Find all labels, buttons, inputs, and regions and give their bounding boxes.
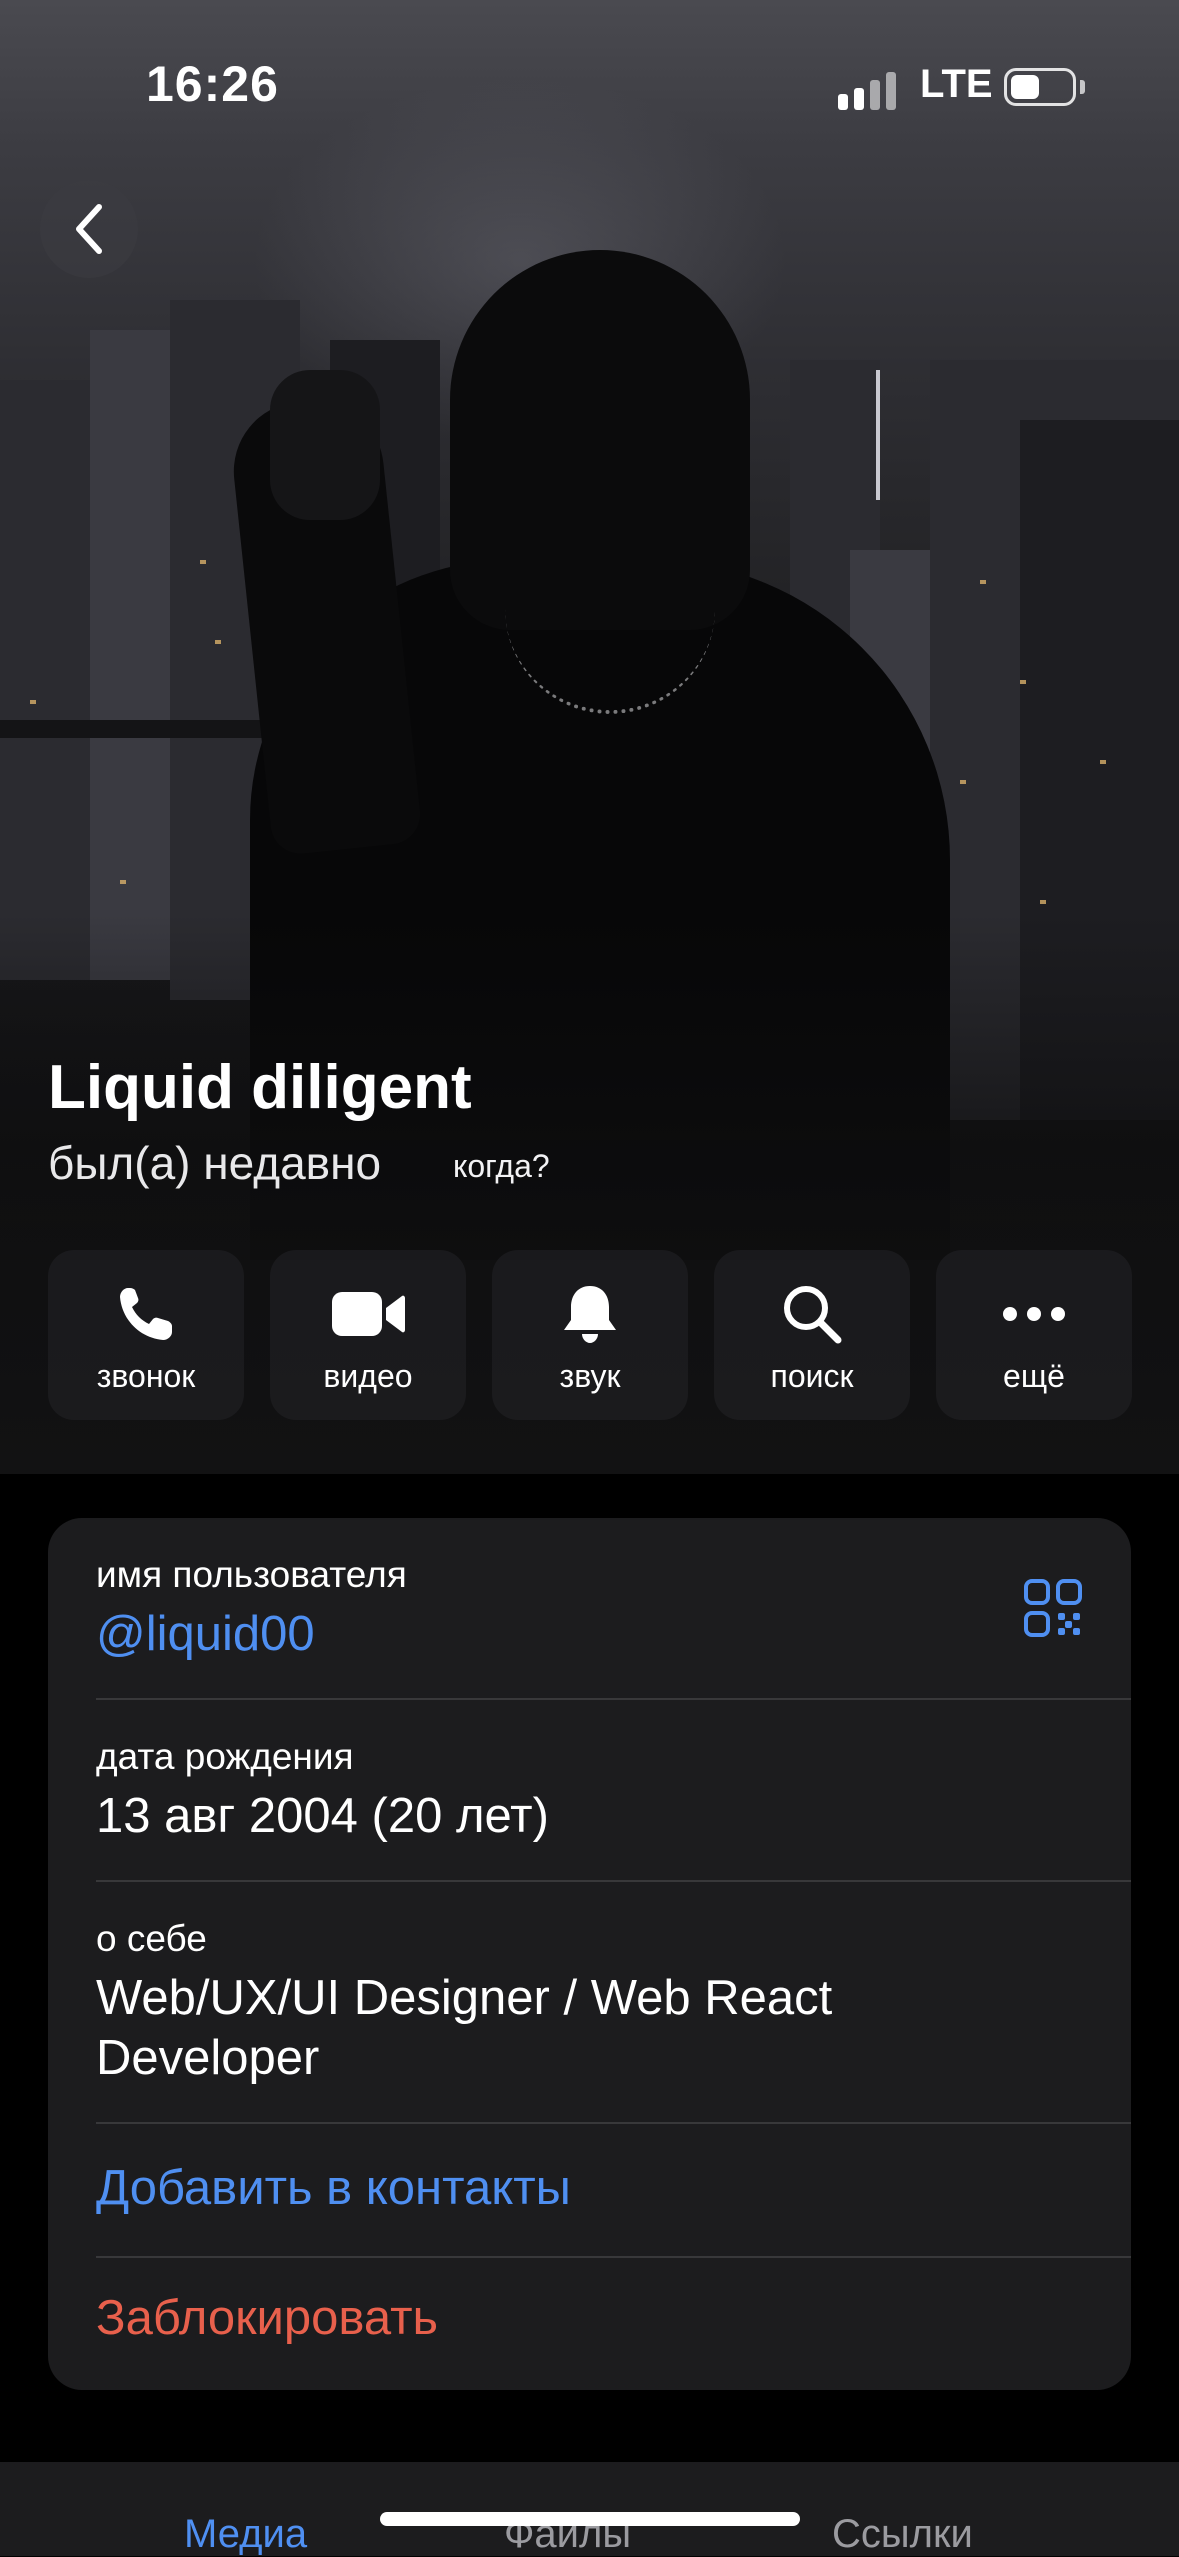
about-line-1: Web/UX/UI Designer / Web React <box>96 1971 833 2025</box>
window-light <box>120 880 126 884</box>
profile-name: Liquid diligent <box>48 1053 472 1122</box>
status-time: 16:26 <box>146 56 279 112</box>
media-tabs: Медиа Файлы Ссылки <box>0 2462 1179 2556</box>
action-label: звук <box>559 1358 621 1394</box>
chevron-left-icon <box>76 204 102 254</box>
divider <box>96 2256 1131 2258</box>
birthday-caption: дата рождения <box>96 1736 354 1777</box>
window-light <box>980 580 986 584</box>
about-line-2: Developer <box>96 2031 320 2085</box>
window-light <box>1100 760 1106 764</box>
hand <box>270 370 380 520</box>
window-light <box>1040 900 1046 904</box>
when-link[interactable]: когда? <box>453 1148 550 1185</box>
block-label: Заблокировать <box>96 2291 439 2345</box>
username-value[interactable]: @liquid00 <box>96 1604 1131 1664</box>
birthday-row[interactable]: дата рождения 13 авг 2004 (20 лет) <box>96 1736 1131 1846</box>
signal-icon <box>838 70 900 110</box>
qr-code-icon[interactable] <box>1023 1578 1083 1638</box>
more-button[interactable]: ещё <box>936 1250 1132 1420</box>
action-bar: звонок видео звук поиск ещё <box>48 1250 1132 1420</box>
search-button[interactable]: поиск <box>714 1250 910 1420</box>
window-light <box>30 700 36 704</box>
info-card: имя пользователя @liquid00 дата рождения… <box>48 1518 1131 2390</box>
call-button[interactable]: звонок <box>48 1250 244 1420</box>
window-light <box>215 640 221 644</box>
video-icon <box>332 1292 405 1336</box>
divider <box>96 1698 1131 1700</box>
action-label: поиск <box>770 1358 854 1394</box>
tab-links[interactable]: Ссылки <box>832 2512 973 2557</box>
action-label: ещё <box>1003 1358 1065 1394</box>
birthday-value: 13 авг 2004 (20 лет) <box>96 1789 549 1843</box>
sound-button[interactable]: звук <box>492 1250 688 1420</box>
search-icon <box>784 1286 842 1344</box>
network-type: LTE <box>920 62 993 106</box>
more-icon <box>1003 1307 1065 1321</box>
username-caption: имя пользователя <box>96 1554 407 1595</box>
action-label: звонок <box>96 1358 196 1394</box>
battery-cap <box>1080 80 1085 94</box>
divider <box>96 1880 1131 1882</box>
username-row[interactable]: имя пользователя @liquid00 <box>96 1554 1131 1664</box>
last-seen-status: был(а) недавно <box>48 1137 382 1189</box>
home-indicator <box>380 2512 800 2526</box>
phone-icon <box>120 1288 172 1340</box>
window-light <box>960 780 966 784</box>
add-contact-button[interactable]: Добавить в контакты <box>96 2158 1131 2218</box>
add-contact-label: Добавить в контакты <box>96 2161 571 2215</box>
block-button[interactable]: Заблокировать <box>96 2290 1131 2346</box>
video-button[interactable]: видео <box>270 1250 466 1420</box>
divider <box>96 2122 1131 2124</box>
battery-icon <box>1004 68 1076 106</box>
bell-icon <box>564 1286 616 1343</box>
window-light <box>200 560 206 564</box>
antenna-light <box>876 370 880 500</box>
tab-media[interactable]: Медиа <box>184 2512 307 2557</box>
window-light <box>1020 680 1026 684</box>
about-row[interactable]: о себе Web/UX/UI Designer / Web React De… <box>96 1918 1131 2088</box>
action-label: видео <box>323 1358 413 1394</box>
about-caption: о себе <box>96 1918 207 1959</box>
back-button[interactable] <box>40 180 138 278</box>
